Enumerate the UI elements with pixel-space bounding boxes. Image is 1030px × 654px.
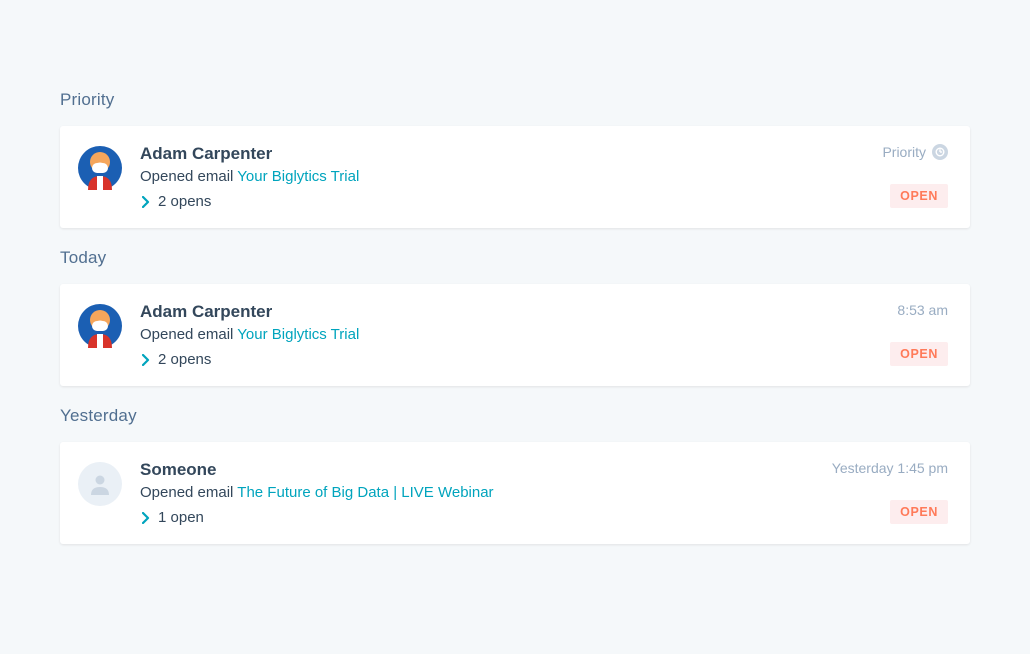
contact-name: Someone	[140, 460, 814, 480]
contact-name: Adam Carpenter	[140, 144, 864, 164]
section-header-today: Today	[60, 248, 970, 268]
chevron-right-icon	[142, 354, 150, 366]
email-link[interactable]: The Future of Big Data | LIVE Webinar	[237, 484, 493, 501]
avatar-placeholder	[78, 462, 122, 506]
stats-row[interactable]: 2 opens	[142, 351, 872, 368]
activity-card[interactable]: Adam Carpenter Opened email Your Biglyti…	[60, 284, 970, 386]
chevron-right-icon	[142, 512, 150, 524]
action-prefix: Opened email	[140, 484, 237, 501]
section-header-yesterday: Yesterday	[60, 406, 970, 426]
stats-text: 1 open	[158, 509, 204, 526]
activity-description: Opened email The Future of Big Data | LI…	[140, 484, 814, 501]
action-prefix: Opened email	[140, 168, 237, 185]
activity-card[interactable]: Someone Opened email The Future of Big D…	[60, 442, 970, 544]
activity-description: Opened email Your Biglytics Trial	[140, 326, 872, 343]
chevron-right-icon	[142, 196, 150, 208]
activity-description: Opened email Your Biglytics Trial	[140, 168, 864, 185]
person-icon	[87, 471, 113, 497]
info-icon	[932, 144, 948, 160]
stats-row[interactable]: 2 opens	[142, 193, 864, 210]
stats-row[interactable]: 1 open	[142, 509, 814, 526]
meta-label: Yesterday 1:45 pm	[832, 460, 948, 476]
email-link[interactable]: Your Biglytics Trial	[237, 168, 359, 185]
status-badge[interactable]: OPEN	[890, 184, 948, 208]
status-badge[interactable]: OPEN	[890, 342, 948, 366]
meta-label: 8:53 am	[897, 302, 948, 318]
section-header-priority: Priority	[60, 90, 970, 110]
avatar	[78, 304, 122, 348]
status-badge[interactable]: OPEN	[890, 500, 948, 524]
stats-text: 2 opens	[158, 351, 211, 368]
meta-info: Yesterday 1:45 pm	[832, 460, 948, 476]
meta-label: Priority	[882, 144, 926, 160]
stats-text: 2 opens	[158, 193, 211, 210]
action-prefix: Opened email	[140, 326, 237, 343]
activity-card[interactable]: Adam Carpenter Opened email Your Biglyti…	[60, 126, 970, 228]
avatar	[78, 146, 122, 190]
meta-info: Priority	[882, 144, 948, 160]
email-link[interactable]: Your Biglytics Trial	[237, 326, 359, 343]
contact-name: Adam Carpenter	[140, 302, 872, 322]
meta-info: 8:53 am	[897, 302, 948, 318]
